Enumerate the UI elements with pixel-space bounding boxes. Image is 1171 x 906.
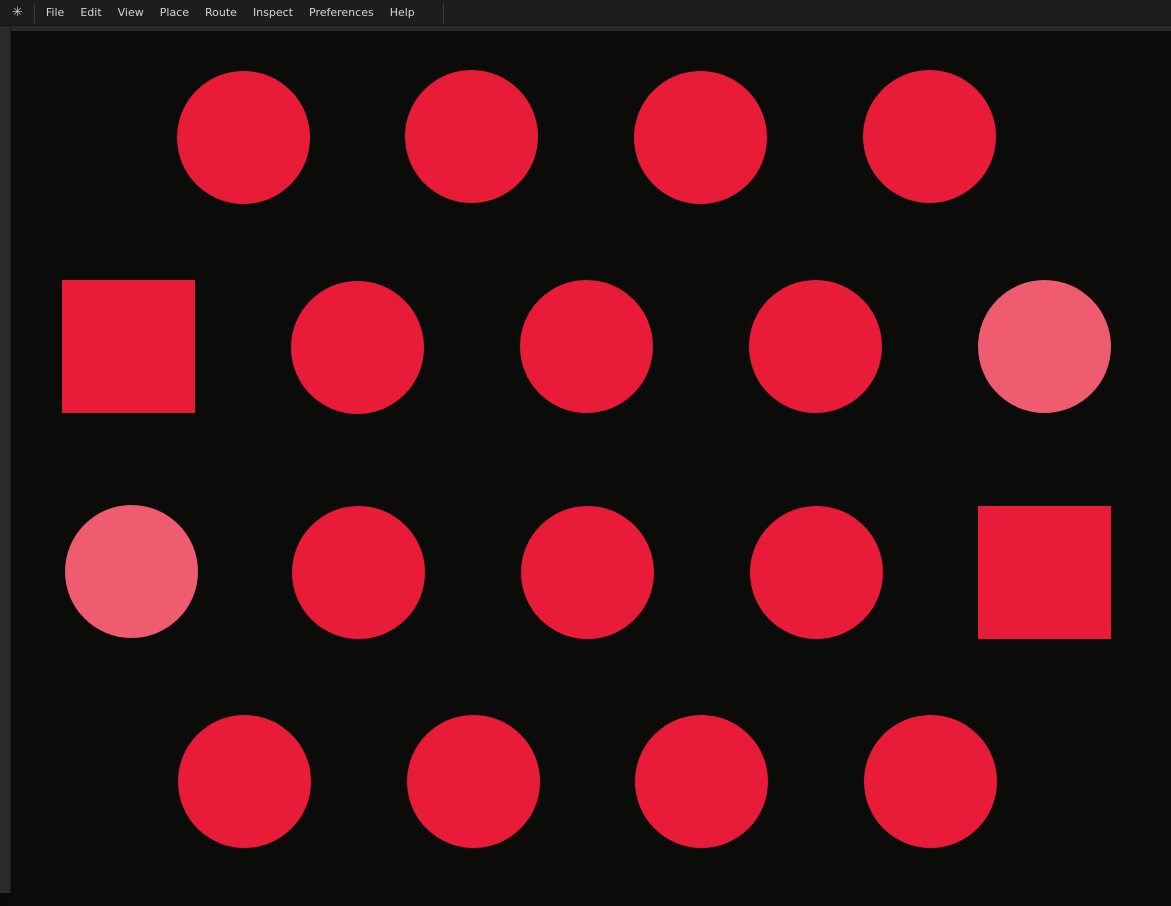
pad-circle[interactable]	[291, 281, 424, 414]
pad-circle-highlighted[interactable]	[65, 505, 198, 638]
pad-circle[interactable]	[864, 715, 997, 848]
pad-circle[interactable]	[634, 71, 767, 204]
pad-circle[interactable]	[178, 715, 311, 848]
menu-file[interactable]: File	[46, 1, 64, 24]
menu-view[interactable]: View	[118, 1, 144, 24]
app-star-icon: ✳	[12, 6, 23, 19]
pad-circle[interactable]	[520, 280, 653, 413]
pad-circle[interactable]	[750, 506, 883, 639]
menubar-separator	[34, 3, 35, 23]
pad-circle[interactable]	[405, 70, 538, 203]
pad-circle[interactable]	[177, 71, 310, 204]
pad-square[interactable]	[978, 506, 1111, 639]
menu-bar: ✳ File Edit View Place Route Inspect Pre…	[0, 0, 1171, 26]
menu-inspect[interactable]: Inspect	[253, 1, 293, 24]
menu-edit[interactable]: Edit	[80, 1, 101, 24]
menu-preferences[interactable]: Preferences	[309, 1, 374, 24]
menu-help[interactable]: Help	[390, 1, 415, 24]
pad-circle[interactable]	[749, 280, 882, 413]
pad-circle[interactable]	[292, 506, 425, 639]
pad-circle-highlighted[interactable]	[978, 280, 1111, 413]
pad-circle[interactable]	[407, 715, 540, 848]
menu-route[interactable]: Route	[205, 1, 237, 24]
menubar-separator	[443, 3, 444, 23]
pad-circle[interactable]	[521, 506, 654, 639]
window-frame-left	[0, 26, 11, 893]
pad-circle[interactable]	[863, 70, 996, 203]
pad-square[interactable]	[62, 280, 195, 413]
pad-layer	[0, 0, 1171, 906]
menu-place[interactable]: Place	[160, 1, 189, 24]
window-frame-top	[0, 26, 1171, 31]
pad-circle[interactable]	[635, 715, 768, 848]
